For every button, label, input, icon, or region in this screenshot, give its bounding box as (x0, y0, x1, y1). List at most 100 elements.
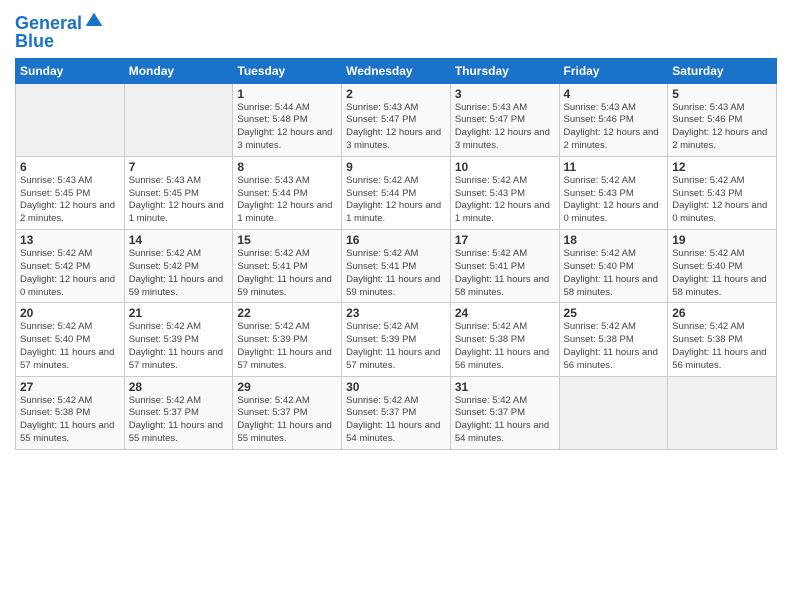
day-info: Sunrise: 5:43 AMSunset: 5:45 PMDaylight:… (20, 175, 120, 226)
col-header-wednesday: Wednesday (342, 58, 451, 83)
day-number: 21 (129, 306, 229, 320)
calendar-cell: 7Sunrise: 5:43 AMSunset: 5:45 PMDaylight… (124, 156, 233, 229)
day-number: 2 (346, 87, 446, 101)
day-info: Sunrise: 5:43 AMSunset: 5:46 PMDaylight:… (564, 102, 664, 153)
col-header-sunday: Sunday (16, 58, 125, 83)
col-header-tuesday: Tuesday (233, 58, 342, 83)
day-info: Sunrise: 5:43 AMSunset: 5:44 PMDaylight:… (237, 175, 337, 226)
calendar-table: SundayMondayTuesdayWednesdayThursdayFrid… (15, 58, 777, 450)
day-number: 4 (564, 87, 664, 101)
day-number: 26 (672, 306, 772, 320)
calendar-cell: 21Sunrise: 5:42 AMSunset: 5:39 PMDayligh… (124, 303, 233, 376)
day-number: 24 (455, 306, 555, 320)
day-info: Sunrise: 5:42 AMSunset: 5:40 PMDaylight:… (564, 248, 664, 299)
calendar-cell: 20Sunrise: 5:42 AMSunset: 5:40 PMDayligh… (16, 303, 125, 376)
calendar-cell: 15Sunrise: 5:42 AMSunset: 5:41 PMDayligh… (233, 230, 342, 303)
day-number: 10 (455, 160, 555, 174)
col-header-saturday: Saturday (668, 58, 777, 83)
calendar-cell: 28Sunrise: 5:42 AMSunset: 5:37 PMDayligh… (124, 376, 233, 449)
day-number: 3 (455, 87, 555, 101)
day-info: Sunrise: 5:43 AMSunset: 5:47 PMDaylight:… (455, 102, 555, 153)
day-info: Sunrise: 5:42 AMSunset: 5:39 PMDaylight:… (346, 321, 446, 372)
calendar-cell: 9Sunrise: 5:42 AMSunset: 5:44 PMDaylight… (342, 156, 451, 229)
day-info: Sunrise: 5:42 AMSunset: 5:38 PMDaylight:… (455, 321, 555, 372)
day-info: Sunrise: 5:42 AMSunset: 5:40 PMDaylight:… (20, 321, 120, 372)
calendar-cell (124, 83, 233, 156)
day-number: 8 (237, 160, 337, 174)
calendar-cell: 19Sunrise: 5:42 AMSunset: 5:40 PMDayligh… (668, 230, 777, 303)
calendar-cell: 1Sunrise: 5:44 AMSunset: 5:48 PMDaylight… (233, 83, 342, 156)
calendar-cell: 16Sunrise: 5:42 AMSunset: 5:41 PMDayligh… (342, 230, 451, 303)
day-number: 30 (346, 380, 446, 394)
day-number: 29 (237, 380, 337, 394)
calendar-cell: 23Sunrise: 5:42 AMSunset: 5:39 PMDayligh… (342, 303, 451, 376)
day-number: 31 (455, 380, 555, 394)
calendar-cell: 17Sunrise: 5:42 AMSunset: 5:41 PMDayligh… (450, 230, 559, 303)
day-number: 19 (672, 233, 772, 247)
day-number: 28 (129, 380, 229, 394)
calendar-cell: 3Sunrise: 5:43 AMSunset: 5:47 PMDaylight… (450, 83, 559, 156)
day-info: Sunrise: 5:42 AMSunset: 5:37 PMDaylight:… (346, 395, 446, 446)
calendar-cell: 5Sunrise: 5:43 AMSunset: 5:46 PMDaylight… (668, 83, 777, 156)
week-row-4: 20Sunrise: 5:42 AMSunset: 5:40 PMDayligh… (16, 303, 777, 376)
week-row-5: 27Sunrise: 5:42 AMSunset: 5:38 PMDayligh… (16, 376, 777, 449)
logo: General Blue (15, 14, 104, 52)
col-header-monday: Monday (124, 58, 233, 83)
day-info: Sunrise: 5:42 AMSunset: 5:39 PMDaylight:… (129, 321, 229, 372)
calendar-cell: 2Sunrise: 5:43 AMSunset: 5:47 PMDaylight… (342, 83, 451, 156)
calendar-cell: 12Sunrise: 5:42 AMSunset: 5:43 PMDayligh… (668, 156, 777, 229)
day-number: 18 (564, 233, 664, 247)
logo-text-line2: Blue (15, 32, 104, 52)
day-number: 22 (237, 306, 337, 320)
day-number: 1 (237, 87, 337, 101)
calendar-cell: 18Sunrise: 5:42 AMSunset: 5:40 PMDayligh… (559, 230, 668, 303)
day-number: 27 (20, 380, 120, 394)
day-info: Sunrise: 5:42 AMSunset: 5:42 PMDaylight:… (129, 248, 229, 299)
week-row-3: 13Sunrise: 5:42 AMSunset: 5:42 PMDayligh… (16, 230, 777, 303)
col-header-thursday: Thursday (450, 58, 559, 83)
day-number: 9 (346, 160, 446, 174)
calendar-cell: 8Sunrise: 5:43 AMSunset: 5:44 PMDaylight… (233, 156, 342, 229)
day-info: Sunrise: 5:42 AMSunset: 5:39 PMDaylight:… (237, 321, 337, 372)
day-number: 11 (564, 160, 664, 174)
day-info: Sunrise: 5:42 AMSunset: 5:43 PMDaylight:… (672, 175, 772, 226)
day-info: Sunrise: 5:42 AMSunset: 5:37 PMDaylight:… (455, 395, 555, 446)
week-row-2: 6Sunrise: 5:43 AMSunset: 5:45 PMDaylight… (16, 156, 777, 229)
calendar-cell: 22Sunrise: 5:42 AMSunset: 5:39 PMDayligh… (233, 303, 342, 376)
calendar-cell: 31Sunrise: 5:42 AMSunset: 5:37 PMDayligh… (450, 376, 559, 449)
day-info: Sunrise: 5:42 AMSunset: 5:37 PMDaylight:… (129, 395, 229, 446)
day-info: Sunrise: 5:42 AMSunset: 5:40 PMDaylight:… (672, 248, 772, 299)
day-info: Sunrise: 5:42 AMSunset: 5:43 PMDaylight:… (564, 175, 664, 226)
day-info: Sunrise: 5:43 AMSunset: 5:46 PMDaylight:… (672, 102, 772, 153)
day-info: Sunrise: 5:42 AMSunset: 5:38 PMDaylight:… (672, 321, 772, 372)
calendar-cell: 4Sunrise: 5:43 AMSunset: 5:46 PMDaylight… (559, 83, 668, 156)
day-info: Sunrise: 5:43 AMSunset: 5:47 PMDaylight:… (346, 102, 446, 153)
calendar-cell (668, 376, 777, 449)
day-info: Sunrise: 5:42 AMSunset: 5:42 PMDaylight:… (20, 248, 120, 299)
week-row-1: 1Sunrise: 5:44 AMSunset: 5:48 PMDaylight… (16, 83, 777, 156)
day-number: 20 (20, 306, 120, 320)
day-number: 5 (672, 87, 772, 101)
day-info: Sunrise: 5:42 AMSunset: 5:41 PMDaylight:… (237, 248, 337, 299)
day-info: Sunrise: 5:43 AMSunset: 5:45 PMDaylight:… (129, 175, 229, 226)
day-info: Sunrise: 5:44 AMSunset: 5:48 PMDaylight:… (237, 102, 337, 153)
calendar-cell: 10Sunrise: 5:42 AMSunset: 5:43 PMDayligh… (450, 156, 559, 229)
day-number: 15 (237, 233, 337, 247)
day-number: 14 (129, 233, 229, 247)
calendar-cell: 6Sunrise: 5:43 AMSunset: 5:45 PMDaylight… (16, 156, 125, 229)
day-info: Sunrise: 5:42 AMSunset: 5:37 PMDaylight:… (237, 395, 337, 446)
header: General Blue (15, 10, 777, 52)
day-info: Sunrise: 5:42 AMSunset: 5:38 PMDaylight:… (564, 321, 664, 372)
day-number: 25 (564, 306, 664, 320)
day-number: 7 (129, 160, 229, 174)
col-header-friday: Friday (559, 58, 668, 83)
day-info: Sunrise: 5:42 AMSunset: 5:43 PMDaylight:… (455, 175, 555, 226)
calendar-cell: 24Sunrise: 5:42 AMSunset: 5:38 PMDayligh… (450, 303, 559, 376)
calendar-cell: 30Sunrise: 5:42 AMSunset: 5:37 PMDayligh… (342, 376, 451, 449)
logo-icon (84, 11, 104, 31)
day-info: Sunrise: 5:42 AMSunset: 5:41 PMDaylight:… (346, 248, 446, 299)
day-info: Sunrise: 5:42 AMSunset: 5:38 PMDaylight:… (20, 395, 120, 446)
calendar-cell: 29Sunrise: 5:42 AMSunset: 5:37 PMDayligh… (233, 376, 342, 449)
calendar-cell: 13Sunrise: 5:42 AMSunset: 5:42 PMDayligh… (16, 230, 125, 303)
day-info: Sunrise: 5:42 AMSunset: 5:44 PMDaylight:… (346, 175, 446, 226)
